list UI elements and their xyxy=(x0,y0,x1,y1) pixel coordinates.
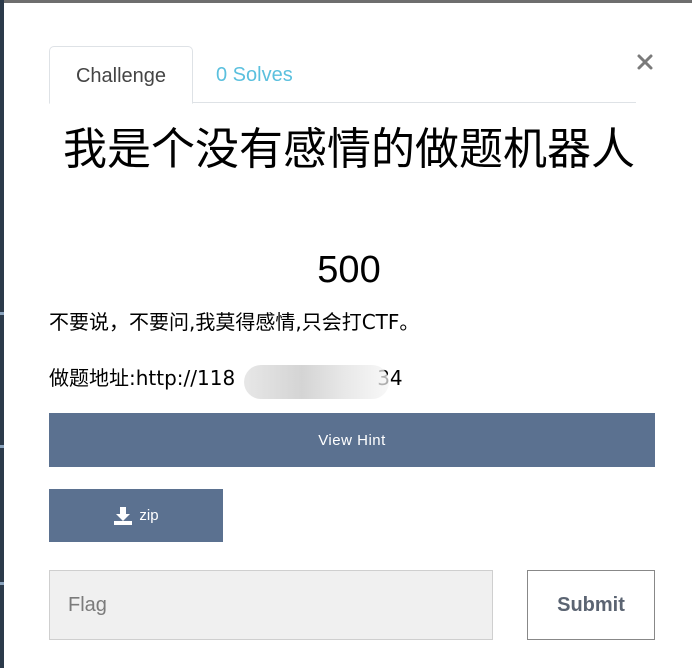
address-start: 做题地址:http://118 xyxy=(49,366,236,390)
challenge-value: 500 xyxy=(317,249,381,291)
close-icon[interactable] xyxy=(632,49,658,75)
redaction-blur xyxy=(244,365,389,399)
challenge-description: 不要说，不要问,我莫得感情,只会打CTF。 xyxy=(49,310,420,334)
tab-challenge[interactable]: Challenge xyxy=(49,46,193,104)
challenge-modal: Challenge 0 Solves 我是个没有感情的做题机器人 500 不要说… xyxy=(4,3,692,668)
submit-button[interactable]: Submit xyxy=(527,570,655,640)
modal-tabs: Challenge 0 Solves xyxy=(49,46,636,104)
file-download-button[interactable]: zip xyxy=(49,489,223,542)
view-hint-button[interactable]: View Hint xyxy=(49,413,655,467)
challenge-name: 我是个没有感情的做题机器人 xyxy=(63,124,635,175)
flag-input[interactable] xyxy=(49,570,493,640)
download-icon xyxy=(113,506,133,526)
file-label: zip xyxy=(139,507,159,524)
tab-solves[interactable]: 0 Solves xyxy=(216,46,293,104)
